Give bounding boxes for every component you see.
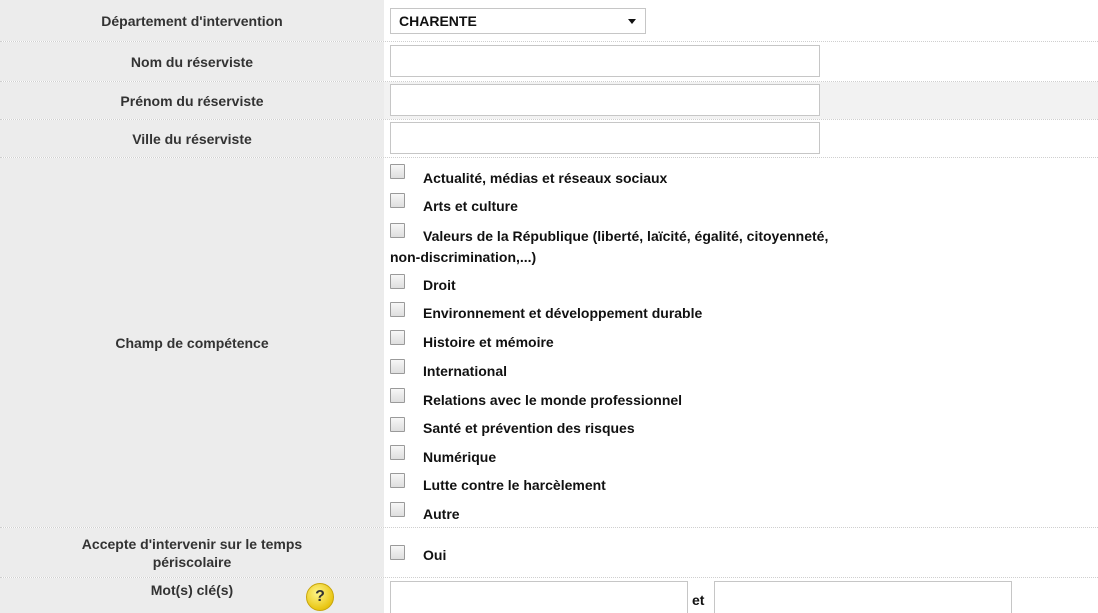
option-label: Numérique [423, 449, 497, 465]
option-label: Oui [423, 547, 447, 563]
departement-cell: CHARENTE [384, 0, 1098, 41]
question-icon[interactable]: ? [306, 583, 334, 611]
checkbox-international[interactable] [390, 359, 405, 374]
chevron-down-icon [628, 19, 636, 24]
periscolaire-cell: Oui [384, 528, 1098, 577]
departement-label: Département d'intervention [0, 0, 384, 41]
prenom-label: Prénom du réserviste [0, 82, 384, 119]
checkbox-oui[interactable] [390, 545, 405, 560]
option-label: Autre [423, 506, 460, 522]
departement-select[interactable]: CHARENTE [390, 8, 646, 34]
motscles-label: Mot(s) clé(s) [150, 582, 234, 598]
row-motscles: Mot(s) clé(s) ? et [0, 578, 1098, 613]
row-prenom: Prénom du réserviste [0, 82, 1098, 120]
option-label: Santé et prévention des risques [423, 420, 635, 436]
nom-label: Nom du réserviste [0, 42, 384, 81]
checkbox-environnement[interactable] [390, 302, 405, 317]
competence-label: Champ de compétence [0, 158, 384, 527]
row-competence: Champ de compétence Actualité, médias et… [0, 158, 1098, 528]
nom-cell [384, 42, 1098, 81]
row-periscolaire: Accepte d'intervenir sur le temps périsc… [0, 528, 1098, 578]
checkbox-harcelement[interactable] [390, 473, 405, 488]
ville-label: Ville du réserviste [0, 120, 384, 157]
row-ville: Ville du réserviste [0, 120, 1098, 158]
option-label: Valeurs de la République (liberté, laïci… [423, 228, 829, 244]
ville-input[interactable] [390, 122, 820, 154]
prenom-cell [384, 82, 1098, 119]
nom-input[interactable] [390, 45, 820, 77]
checkbox-relations[interactable] [390, 388, 405, 403]
option-label: Relations avec le monde professionnel [423, 392, 683, 408]
row-nom: Nom du réserviste [0, 42, 1098, 82]
option-label: Histoire et mémoire [423, 334, 554, 350]
row-departement: Département d'intervention CHARENTE [0, 0, 1098, 42]
checkbox-sante[interactable] [390, 417, 405, 432]
option-label: Arts et culture [423, 198, 518, 214]
checkbox-valeurs[interactable] [390, 223, 405, 238]
option-label: Droit [423, 277, 456, 293]
motscles-joiner: et [692, 592, 705, 608]
motscles-cell: et [384, 578, 1098, 613]
checkbox-droit[interactable] [390, 274, 405, 289]
checkbox-numerique[interactable] [390, 445, 405, 460]
checkbox-arts[interactable] [390, 193, 405, 208]
option-label-continued: non-discrimination,...) [390, 249, 537, 265]
option-label: Lutte contre le harcèlement [423, 477, 606, 493]
option-label: Environnement et développement durable [423, 305, 703, 321]
option-label: Actualité, médias et réseaux sociaux [423, 170, 668, 186]
prenom-input[interactable] [390, 84, 820, 116]
departement-selected-value: CHARENTE [399, 13, 477, 29]
option-label: International [423, 363, 508, 379]
checkbox-actualite[interactable] [390, 164, 405, 179]
periscolaire-label: Accepte d'intervenir sur le temps périsc… [0, 528, 384, 577]
checkbox-autre[interactable] [390, 502, 405, 517]
checkbox-histoire[interactable] [390, 330, 405, 345]
motscle-input-2[interactable] [714, 581, 1012, 613]
ville-cell [384, 120, 1098, 157]
motscle-input-1[interactable] [390, 581, 688, 613]
competence-cell: Actualité, médias et réseaux sociaux Art… [384, 158, 1098, 527]
